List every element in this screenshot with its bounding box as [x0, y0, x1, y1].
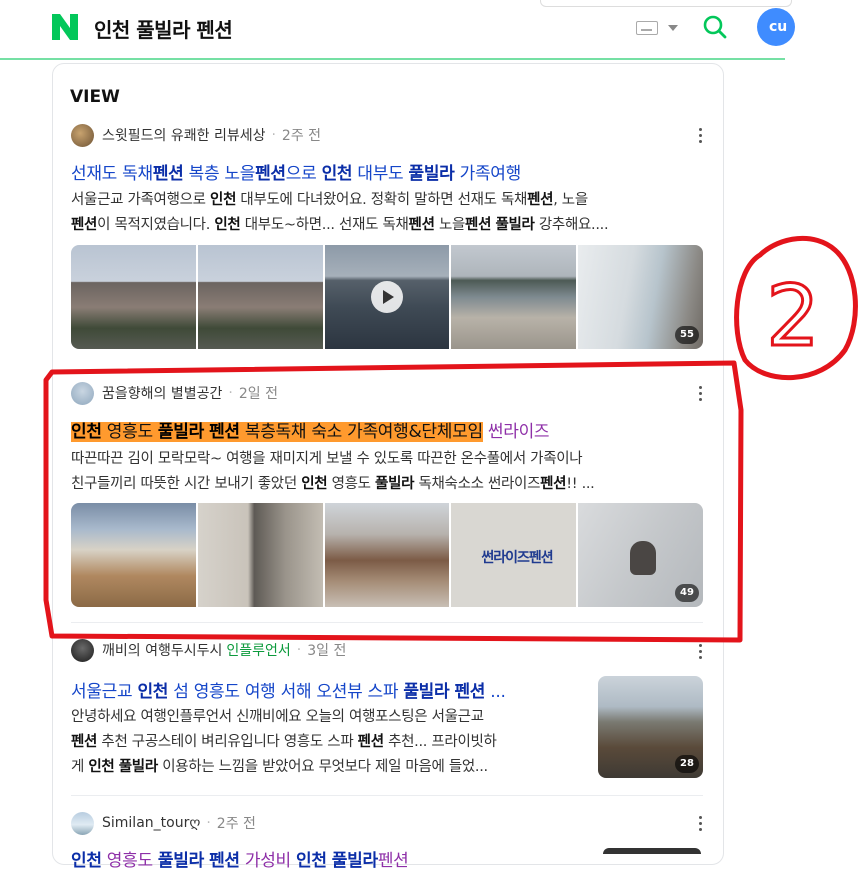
post-author-row[interactable]: Similan_tourღ · 2주 전 [71, 811, 256, 835]
pension-sign-text: 썬라이즈펜션 [481, 550, 553, 566]
result-divider [71, 622, 703, 623]
photo-thumbnail[interactable] [197, 245, 323, 349]
post-time: 3일 전 [307, 643, 347, 659]
search-icon[interactable] [702, 14, 728, 40]
post-title-link[interactable]: 선재도 독채펜션 복층 노을펜션으로 인천 대부도 풀빌라 가족여행 [71, 159, 521, 184]
post-image-strip[interactable]: 썬라이즈펜션 49 [71, 503, 703, 607]
popup-edge [540, 0, 792, 7]
author-name[interactable]: 깨비의 여행두시두시 [102, 640, 222, 660]
search-header: 인천 풀빌라 펜션 cu [0, 0, 795, 58]
post-title-link[interactable]: 인천 영흥도 풀빌라 펜션 가성비 인천 풀빌라펜션 [71, 846, 409, 871]
author-avatar [71, 811, 94, 835]
photo-count-badge: 28 [675, 755, 699, 773]
chevron-down-icon[interactable] [668, 25, 678, 31]
user-avatar[interactable]: cu [757, 8, 795, 46]
post-title-link[interactable]: 인천 영흥도 풀빌라 펜션 복층독채 숙소 가족여행&단체모임 썬라이즈 [71, 417, 550, 442]
photo-count-badge: 49 [674, 584, 699, 602]
photo-thumbnail[interactable]: 49 [578, 503, 703, 607]
post-author-row[interactable]: 꿈을향해의 별별공간 · 2일 전 [71, 381, 278, 405]
search-query[interactable]: 인천 풀빌라 펜션 [94, 14, 233, 43]
post-description[interactable]: 안녕하세요 여행인플루언서 신깨비에요 오늘의 여행포스팅은 서울근교 펜션 추… [71, 705, 581, 780]
photo-thumbnail[interactable]: 썬라이즈펜션 [451, 503, 577, 607]
post-title-link[interactable]: 서울근교 인천 섬 영흥도 여행 서해 오션뷰 스파 풀빌라 펜션 ... [71, 677, 506, 702]
post-time: 2주 전 [281, 128, 322, 144]
author-name[interactable]: 스윗필드의 유쾌한 리뷰세상 [102, 125, 265, 145]
post-description[interactable]: 서울근교 가족여행으로 인천 대부도에 다녀왔어요. 정확히 말하면 선재도 독… [71, 188, 703, 238]
result-divider [71, 795, 703, 796]
keyboard-icon[interactable] [636, 21, 658, 35]
more-options-icon[interactable] [699, 816, 703, 832]
author-avatar [71, 638, 94, 662]
post-description[interactable]: 따끈따끈 김이 모락모락~ 여행을 재미지게 보낼 수 있도록 따끈한 온수풀에… [71, 447, 703, 497]
author-avatar [71, 381, 94, 405]
photo-thumbnail[interactable] [71, 503, 196, 607]
more-options-icon[interactable] [699, 644, 703, 660]
author-avatar [71, 123, 94, 147]
author-name[interactable]: 꿈을향해의 별별공간 [102, 383, 222, 403]
influencer-badge: 인플루언서 [226, 643, 291, 659]
video-thumbnail[interactable] [324, 245, 450, 349]
post-author-row[interactable]: 스윗필드의 유쾌한 리뷰세상 · 2주 전 [71, 123, 321, 147]
author-name[interactable]: Similan_tourღ [102, 815, 200, 831]
post-thumbnail[interactable] [603, 848, 701, 854]
play-icon[interactable] [370, 281, 403, 313]
more-options-icon[interactable] [699, 128, 703, 144]
post-time: 2일 전 [238, 386, 278, 402]
header-divider [0, 58, 785, 60]
photo-thumbnail[interactable] [324, 503, 450, 607]
more-options-icon[interactable] [699, 386, 703, 402]
photo-thumbnail[interactable]: 55 [578, 245, 703, 349]
photo-thumbnail[interactable] [451, 245, 577, 349]
cat-photo [630, 541, 657, 575]
post-time: 2주 전 [216, 816, 256, 832]
naver-logo[interactable] [52, 14, 78, 40]
photo-thumbnail[interactable] [197, 503, 323, 607]
post-author-row[interactable]: 깨비의 여행두시두시 인플루언서 · 3일 전 [71, 638, 346, 662]
photo-count-badge: 55 [674, 326, 699, 344]
post-thumbnail[interactable]: 28 [598, 676, 703, 778]
post-image-strip[interactable]: 55 [71, 245, 703, 349]
section-title: VIEW [70, 87, 120, 107]
annotation-number: 2 [766, 267, 819, 365]
photo-thumbnail[interactable] [71, 245, 196, 349]
